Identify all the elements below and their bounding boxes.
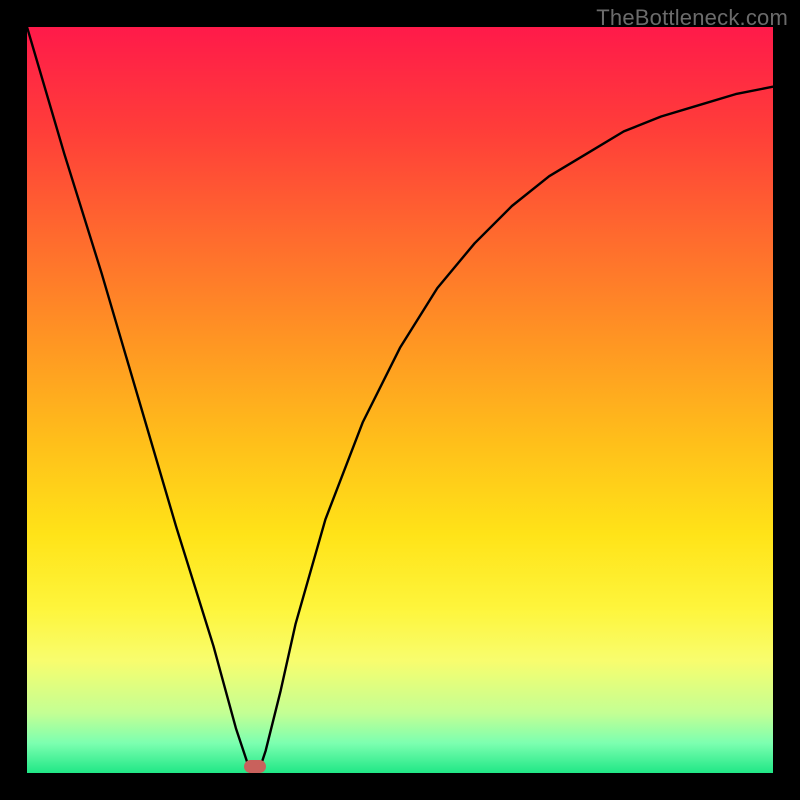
chart-frame (27, 27, 773, 773)
optimal-point-marker (244, 760, 266, 773)
watermark-text: TheBottleneck.com (596, 5, 788, 31)
bottleneck-curve (27, 27, 773, 773)
